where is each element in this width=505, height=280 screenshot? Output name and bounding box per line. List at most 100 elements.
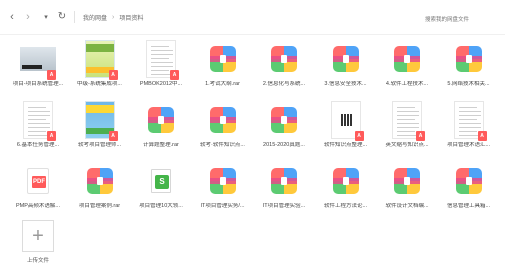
back-arrow-icon[interactable]: ‹ xyxy=(6,9,18,25)
file-name: 5.网络技术相关... xyxy=(447,81,490,87)
file-thumbnail xyxy=(264,160,304,202)
rar-archive-icon xyxy=(86,168,113,194)
file-name: IT项目管理实务/... xyxy=(200,203,245,209)
file-item[interactable]: 5.网络技术相关... xyxy=(441,38,497,104)
toolbar: ‹ › ▾ ↻ 我的网盘 › 项目资料 xyxy=(0,0,505,34)
file-thumbnail: A xyxy=(80,99,120,141)
file-item[interactable]: A 中级-系统集成项... xyxy=(72,38,128,104)
pdf-badge-icon: A xyxy=(477,131,487,141)
file-item[interactable]: A 软考项目管理师... xyxy=(72,99,128,165)
history-dropdown-icon[interactable]: ▾ xyxy=(40,9,52,25)
photo-thumbnail xyxy=(20,47,56,71)
rar-archive-icon xyxy=(209,107,236,133)
file-item[interactable]: 软件设计文档编... xyxy=(379,160,435,226)
file-item[interactable]: PDF PMP高频术语解... xyxy=(10,160,66,226)
upload-button[interactable]: + xyxy=(22,220,54,252)
file-item[interactable]: IT项目管理实务/... xyxy=(195,160,251,226)
file-name: 2015-2020真题... xyxy=(263,142,305,148)
file-item[interactable]: 3.信息安全技术... xyxy=(318,38,374,104)
file-thumbnail: A xyxy=(141,38,181,80)
file-item[interactable]: A 6.基本任务管理... xyxy=(10,99,66,165)
file-item[interactable]: 计算题整理.rar xyxy=(133,99,189,165)
file-name: 软件设计文档编... xyxy=(385,203,429,209)
file-thumbnail xyxy=(264,38,304,80)
toolbar-divider xyxy=(74,11,75,23)
file-item[interactable]: 信息管理工具箱... xyxy=(441,160,497,226)
file-name: 信息管理工具箱... xyxy=(446,203,491,209)
file-item[interactable]: 1.考试大纲.rar xyxy=(195,38,251,104)
file-item[interactable]: A 英文缩写知识点... xyxy=(379,99,435,165)
file-item[interactable]: 2015-2020真题... xyxy=(256,99,312,165)
file-thumbnail: A xyxy=(387,99,427,141)
refresh-icon[interactable]: ↻ xyxy=(56,9,68,25)
file-name: 6.基本任务管理... xyxy=(16,142,60,148)
file-item[interactable]: S 项目管理10大领... xyxy=(133,160,189,226)
file-item[interactable]: A PMBOK2012中... xyxy=(133,38,189,104)
file-thumbnail xyxy=(264,99,304,141)
file-name: 中级-系统集成项... xyxy=(77,81,122,87)
file-name: PMBOK2012中... xyxy=(139,81,183,87)
file-thumbnail: A xyxy=(449,99,489,141)
rar-archive-icon xyxy=(455,46,482,72)
file-name: 软件知识点整理... xyxy=(323,142,368,148)
rar-archive-icon xyxy=(271,168,297,194)
file-thumbnail xyxy=(387,160,427,202)
pdf-badge-icon: A xyxy=(354,131,364,141)
pdf-file-icon: PDF xyxy=(27,168,49,194)
pdf-badge-icon: A xyxy=(47,70,56,80)
file-thumbnail: S xyxy=(141,160,181,202)
rar-archive-icon xyxy=(271,107,297,133)
file-name: 英文缩写知识点... xyxy=(385,142,429,148)
file-thumbnail: A xyxy=(80,38,120,80)
forward-arrow-icon[interactable]: › xyxy=(22,9,34,25)
file-item[interactable]: 软件工程方法论... xyxy=(318,160,374,226)
toolbar-divider-line xyxy=(0,34,505,35)
file-thumbnail xyxy=(326,38,366,80)
file-name: 项目管理术语汇... xyxy=(446,142,491,148)
file-item[interactable]: A 项目管理术语汇... xyxy=(441,99,497,165)
rar-archive-icon xyxy=(332,46,359,72)
file-item[interactable]: IT项目管理实验... xyxy=(256,160,312,226)
file-name: 软件工程方法论... xyxy=(323,203,368,209)
rar-archive-icon xyxy=(394,46,420,72)
breadcrumb-current[interactable]: 项目资料 xyxy=(119,13,143,22)
file-name: 项目管理案例.rar xyxy=(78,203,121,209)
rar-archive-icon xyxy=(455,168,482,194)
pdf-badge-icon: A xyxy=(170,70,179,80)
file-item[interactable]: A 项目-项目系统管理... xyxy=(10,38,66,104)
file-thumbnail: PDF xyxy=(18,160,58,202)
search-input[interactable] xyxy=(419,14,499,26)
file-item[interactable]: 2.信息化与系统... xyxy=(256,38,312,104)
file-thumbnail: A xyxy=(326,99,366,141)
file-name: 2.信息化与系统... xyxy=(262,81,306,87)
file-name: 软考·软件知识点... xyxy=(200,142,245,148)
file-item[interactable]: A 软件知识点整理... xyxy=(318,99,374,165)
breadcrumb-separator-icon: › xyxy=(112,13,115,21)
file-item[interactable]: 软考·软件知识点... xyxy=(195,99,251,165)
file-item[interactable]: 项目管理案例.rar xyxy=(72,160,128,226)
file-thumbnail xyxy=(449,38,489,80)
file-thumbnail xyxy=(387,38,427,80)
file-thumbnail xyxy=(326,160,366,202)
rar-archive-icon xyxy=(209,46,236,72)
file-thumbnail xyxy=(80,160,120,202)
file-item[interactable]: 4.软件工程技术... xyxy=(379,38,435,104)
breadcrumb: 我的网盘 › 项目资料 xyxy=(83,13,143,22)
pdf-badge-icon: A xyxy=(47,131,56,141)
file-name: 1.考试大纲.rar xyxy=(205,81,240,87)
file-name: IT项目管理实验... xyxy=(262,203,306,209)
spreadsheet-icon: S xyxy=(151,169,171,193)
file-thumbnail: A xyxy=(18,99,58,141)
file-thumbnail xyxy=(203,99,243,141)
file-name: PMP高频术语解... xyxy=(15,203,60,209)
breadcrumb-root[interactable]: 我的网盘 xyxy=(83,13,107,22)
file-name: 计算题整理.rar xyxy=(143,142,179,148)
pdf-badge-icon: A xyxy=(108,70,118,80)
file-name: 项目管理10大领... xyxy=(139,203,183,209)
file-name: 3.信息安全技术... xyxy=(324,81,367,87)
file-name: 4.软件工程技术... xyxy=(385,81,429,87)
file-name: 软考项目管理师... xyxy=(77,142,122,148)
pdf-badge-icon: A xyxy=(108,131,118,141)
pdf-badge-icon: A xyxy=(416,131,425,141)
upload-label: 上传文件 xyxy=(26,258,49,264)
